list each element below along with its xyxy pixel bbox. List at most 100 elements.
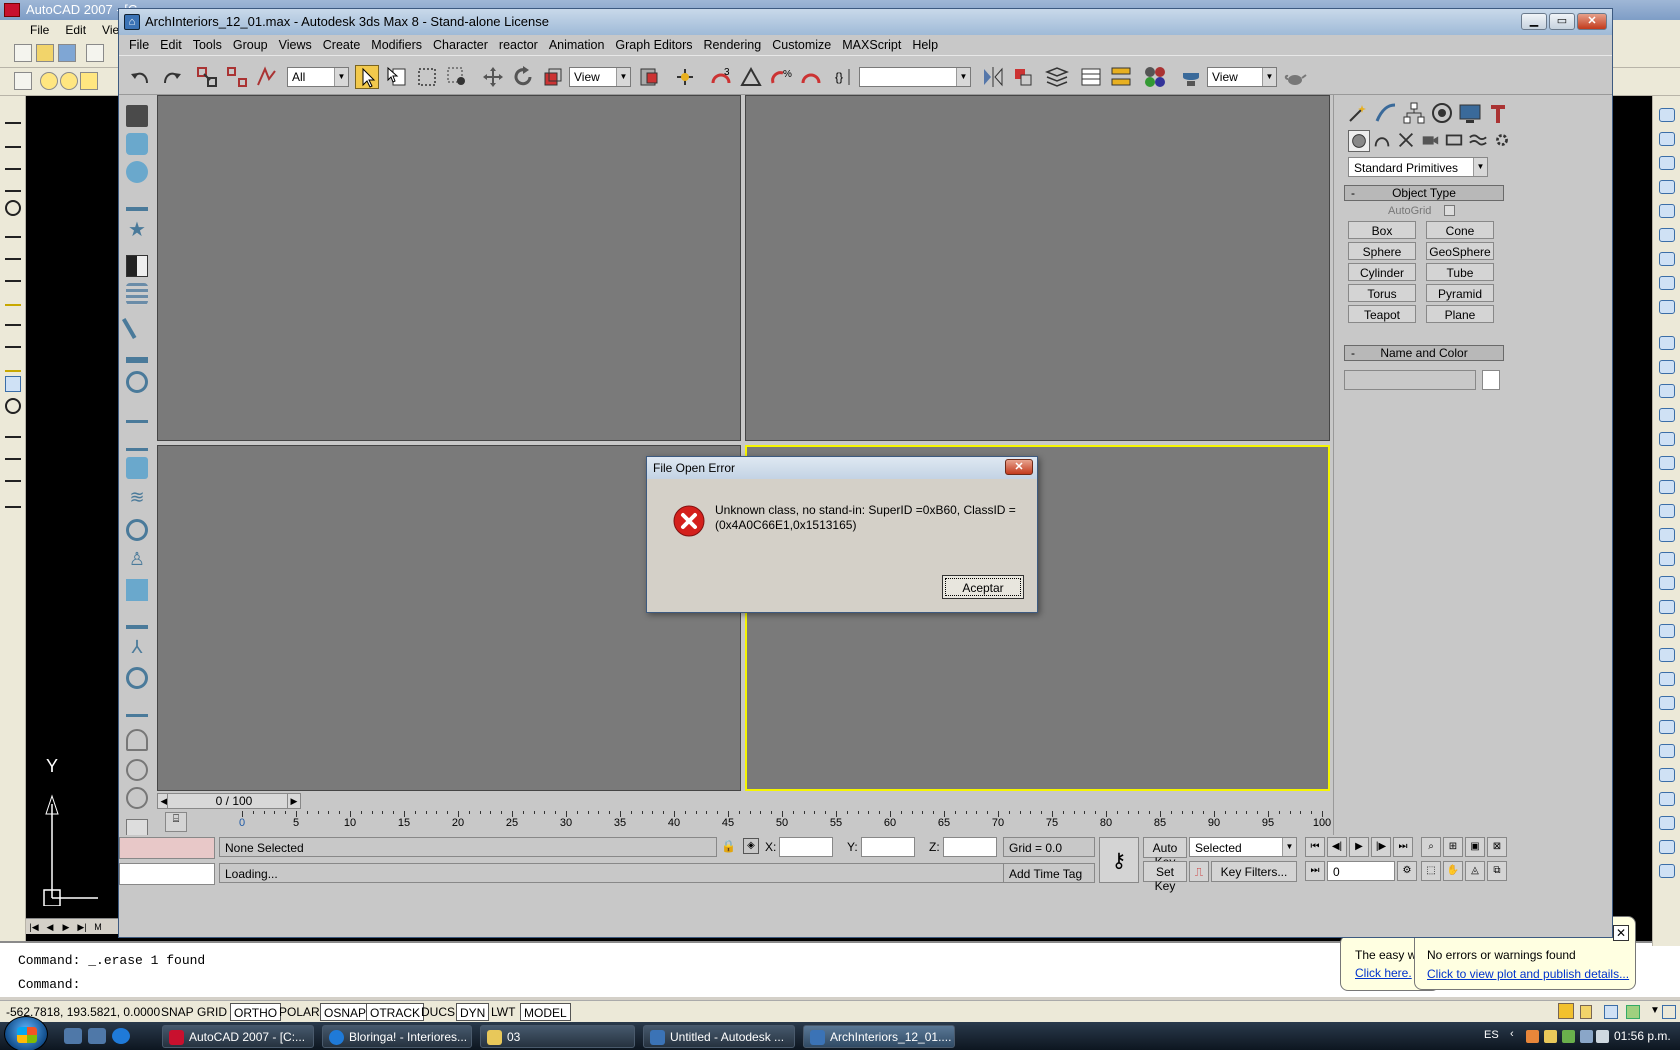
undo-icon[interactable] [129, 65, 153, 89]
y-coordinate-field[interactable] [861, 837, 915, 857]
star-tool-icon[interactable]: ★ [126, 217, 148, 241]
name-and-color-rollout-header[interactable]: - Name and Color [1344, 345, 1504, 361]
modify-tool-icon[interactable] [1659, 600, 1675, 614]
chevron-left-icon[interactable]: ‹ [1510, 1028, 1523, 1041]
lock-icon[interactable] [1580, 1005, 1592, 1019]
lightbulb-icon[interactable] [40, 72, 58, 90]
menu-graph-editors[interactable]: Graph Editors [609, 35, 697, 52]
biped-tool-icon[interactable]: ♙ [126, 549, 148, 571]
modify-tool-icon[interactable] [1659, 744, 1675, 758]
time-slider-thumb[interactable]: 0 / 100 [167, 793, 301, 809]
go-to-end-icon[interactable]: ⏭ [1393, 837, 1413, 857]
minimize-button[interactable]: ▁ [1521, 13, 1547, 30]
selection-lock-icon[interactable]: 🔒 [721, 839, 736, 853]
task-archinteriors-max[interactable]: ArchInteriors_12_01.... [803, 1025, 955, 1048]
menu-arrow-icon[interactable]: ▼ [1650, 1005, 1660, 1016]
task-autocad[interactable]: AutoCAD 2007 - [C:... [162, 1025, 314, 1048]
menu-rendering[interactable]: Rendering [698, 35, 767, 52]
autogrid-checkbox[interactable] [1444, 205, 1455, 216]
modify-tool-icon[interactable] [1659, 108, 1675, 122]
set-key-icon[interactable]: ⚷ [1099, 837, 1139, 883]
box-tool-icon[interactable] [126, 105, 148, 127]
maximize-button[interactable]: ▭ [1549, 13, 1575, 30]
cylinder-button[interactable]: Cylinder [1348, 263, 1416, 281]
time-configuration-icon[interactable]: ⚙ [1397, 861, 1417, 881]
menu-customize[interactable]: Customize [766, 35, 836, 52]
object-name-field[interactable] [1344, 370, 1476, 390]
construction-line-icon[interactable] [5, 132, 21, 148]
modify-tool-icon[interactable] [1659, 132, 1675, 146]
comm-center-icon[interactable] [1626, 1005, 1640, 1019]
point-icon[interactable] [5, 398, 21, 414]
text-icon[interactable] [5, 422, 21, 438]
ik-tool-icon[interactable]: ⅄ [126, 637, 148, 659]
circle-icon[interactable] [5, 200, 21, 216]
utilities-panel-tab-icon[interactable] [1486, 101, 1510, 123]
mini-curve-editor-icon[interactable]: ⌸ [165, 812, 187, 832]
modify-tool-icon[interactable] [1659, 552, 1675, 566]
modify-tool-icon[interactable] [1659, 156, 1675, 170]
systems-category-icon[interactable] [1492, 130, 1514, 152]
menu-views[interactable]: Views [273, 35, 317, 52]
current-frame-field[interactable]: 0 [1327, 861, 1395, 881]
box-button[interactable]: Box [1348, 221, 1416, 239]
modify-tool-icon[interactable] [1659, 360, 1675, 374]
key-mode-toggle-icon[interactable]: ⏭ [1305, 861, 1325, 881]
modify-tool-icon[interactable] [1659, 672, 1675, 686]
select-and-move-icon[interactable] [481, 65, 505, 89]
geometry-category-icon[interactable] [1348, 130, 1370, 152]
volume-icon[interactable] [1596, 1030, 1609, 1043]
previous-frame-icon[interactable]: ◀| [1327, 837, 1347, 857]
bind-to-space-warp-icon[interactable] [255, 65, 279, 89]
add-time-tag-button[interactable]: Add Time Tag [1003, 863, 1095, 883]
menu-character[interactable]: Character [427, 35, 493, 52]
model-toggle[interactable]: MODEL [520, 1003, 571, 1021]
modify-panel-tab-icon[interactable] [1374, 101, 1398, 123]
gear-tool-icon[interactable] [126, 371, 148, 393]
tray-app-icon[interactable] [1562, 1030, 1575, 1043]
motion-panel-tab-icon[interactable] [1430, 101, 1454, 123]
torus-button[interactable]: Torus [1348, 284, 1416, 302]
z-coordinate-field[interactable] [943, 837, 997, 857]
trim-icon[interactable] [5, 266, 21, 282]
next-tab-icon[interactable]: ▶ [58, 922, 74, 936]
print-icon[interactable] [86, 44, 104, 62]
modify-tool-icon[interactable] [1659, 228, 1675, 242]
block-icon[interactable] [5, 376, 21, 392]
layout-tab-model[interactable]: M [90, 922, 106, 936]
sun-icon[interactable] [60, 72, 78, 90]
modify-tool-icon[interactable] [1659, 336, 1675, 350]
table-icon[interactable] [5, 466, 21, 482]
dialog-title-bar[interactable]: File Open Error ✕ [647, 457, 1037, 479]
rope-tool-icon[interactable] [126, 695, 148, 717]
cloth-tool-icon[interactable] [126, 579, 148, 601]
menu-tools[interactable]: Tools [187, 35, 227, 52]
helper-tool-icon[interactable] [126, 401, 148, 423]
show-desktop-icon[interactable] [64, 1028, 82, 1044]
erase-icon[interactable] [5, 244, 21, 260]
dialog-close-button[interactable]: ✕ [1005, 459, 1033, 475]
modify-tool-icon[interactable] [1659, 456, 1675, 470]
menu-modifiers[interactable]: Modifiers [365, 35, 427, 52]
redo-icon[interactable] [159, 65, 183, 89]
polyline-icon[interactable] [5, 154, 21, 170]
plot-status-icon[interactable] [1604, 1005, 1618, 1019]
checker-tool-icon[interactable] [126, 255, 148, 277]
dimension-icon[interactable] [5, 290, 21, 306]
viewport-top[interactable] [157, 95, 741, 441]
zoom-extents-icon[interactable]: ▣ [1465, 837, 1485, 857]
hierarchy-panel-tab-icon[interactable] [1402, 101, 1426, 124]
zoom-extents-all-icon[interactable]: ⊠ [1487, 837, 1507, 857]
arc-icon[interactable] [5, 222, 21, 238]
menu-create[interactable]: Create [317, 35, 366, 52]
prev-tab-icon[interactable]: ◀ [42, 922, 58, 936]
network-icon[interactable] [1580, 1030, 1593, 1043]
aligned-dim-icon[interactable] [5, 332, 21, 348]
region-zoom-icon[interactable]: ⬚ [1421, 861, 1441, 881]
3dsmax-title-bar[interactable]: ⌂ ArchInteriors_12_01.max - Autodesk 3ds… [119, 9, 1612, 35]
torus-knot-tool-icon[interactable] [126, 519, 148, 541]
modify-tool-icon[interactable] [1659, 792, 1675, 806]
balloon-close-icon[interactable]: ✕ [1613, 925, 1629, 941]
cone-button[interactable]: Cone [1426, 221, 1494, 239]
selection-filter-dropdown[interactable]: All ▼ [287, 67, 349, 87]
